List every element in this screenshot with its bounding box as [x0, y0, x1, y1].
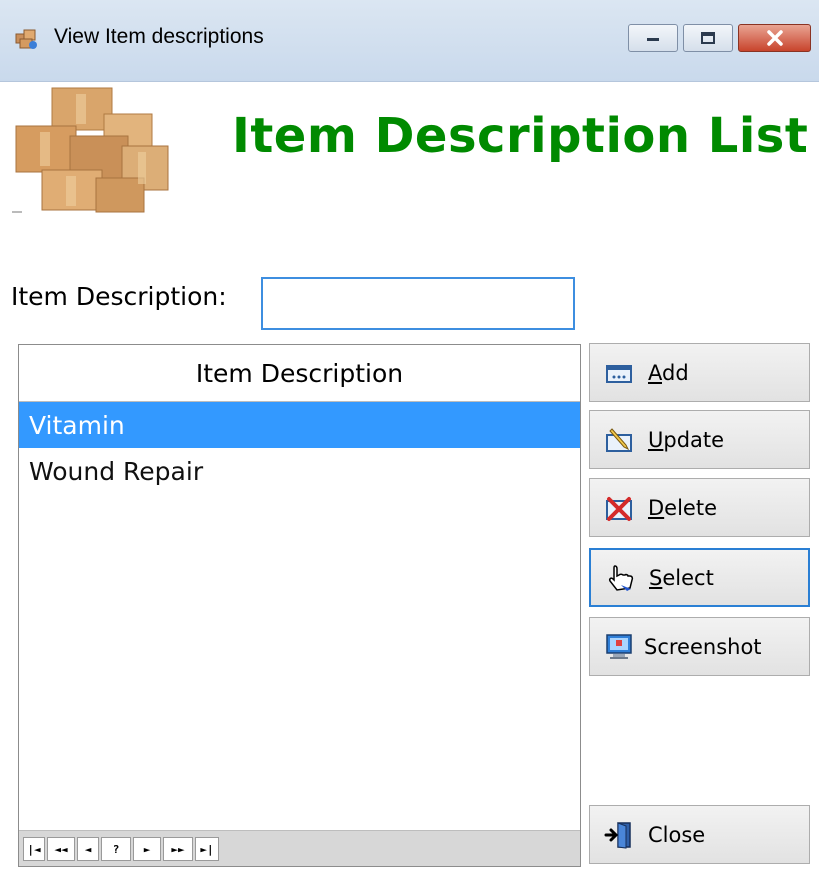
- rewind-icon: ◄◄: [54, 842, 68, 856]
- record-navigator: |◄ ◄◄ ◄ ? ► ►► ►|: [19, 830, 580, 866]
- fast-forward-icon: ►►: [171, 842, 185, 856]
- item-description-input[interactable]: [261, 277, 575, 330]
- previous-page-button[interactable]: ◄◄: [47, 837, 75, 861]
- minimize-button[interactable]: [628, 24, 678, 52]
- monitor-icon: [606, 633, 632, 659]
- next-page-button[interactable]: ►►: [163, 837, 193, 861]
- hand-pointer-icon: [609, 564, 634, 591]
- close-button[interactable]: Close: [589, 805, 810, 864]
- table-row[interactable]: Vitamin: [19, 402, 580, 448]
- minimize-icon: [647, 38, 659, 41]
- screenshot-label: Screenshot: [644, 634, 762, 659]
- app-boxes-icon: [15, 29, 37, 49]
- next-icon: ►: [143, 842, 151, 856]
- edit-icon: [606, 427, 632, 452]
- exit-door-icon: [604, 821, 631, 849]
- update-label: Update: [648, 427, 725, 452]
- screenshot-button[interactable]: Screenshot: [589, 617, 810, 676]
- delete-icon: [606, 496, 632, 521]
- update-button[interactable]: Update: [589, 410, 810, 469]
- goto-record-button[interactable]: ?: [101, 837, 131, 861]
- add-icon: [606, 364, 632, 383]
- first-icon: |◄: [27, 842, 41, 856]
- title-bar[interactable]: View Item descriptions: [0, 0, 819, 82]
- first-record-button[interactable]: |◄: [23, 837, 45, 861]
- delete-label: Delete: [648, 495, 717, 520]
- next-record-button[interactable]: ►: [133, 837, 161, 861]
- add-button[interactable]: Add: [589, 343, 810, 402]
- close-window-button[interactable]: [738, 24, 811, 52]
- maximize-button[interactable]: [683, 24, 733, 52]
- table-row[interactable]: Wound Repair: [19, 448, 580, 494]
- last-icon: ►|: [200, 842, 214, 856]
- question-icon: ?: [112, 842, 120, 856]
- select-label: Select: [649, 565, 714, 590]
- item-description-grid[interactable]: Item Description Vitamin Wound Repair |◄…: [18, 344, 581, 867]
- select-button[interactable]: Select: [589, 548, 810, 607]
- cardboard-boxes-icon: [12, 87, 169, 213]
- item-description-label: Item Description:: [11, 282, 227, 311]
- last-record-button[interactable]: ►|: [195, 837, 219, 861]
- previous-icon: ◄: [84, 842, 92, 856]
- close-icon: [766, 30, 783, 46]
- add-label: Add: [648, 360, 689, 385]
- maximize-icon: [701, 32, 715, 44]
- delete-button[interactable]: Delete: [589, 478, 810, 537]
- column-header[interactable]: Item Description: [19, 345, 580, 402]
- window-title: View Item descriptions: [54, 25, 264, 48]
- close-label: Close: [648, 822, 706, 847]
- previous-record-button[interactable]: ◄: [77, 837, 99, 861]
- page-title: Item Description List: [232, 108, 809, 164]
